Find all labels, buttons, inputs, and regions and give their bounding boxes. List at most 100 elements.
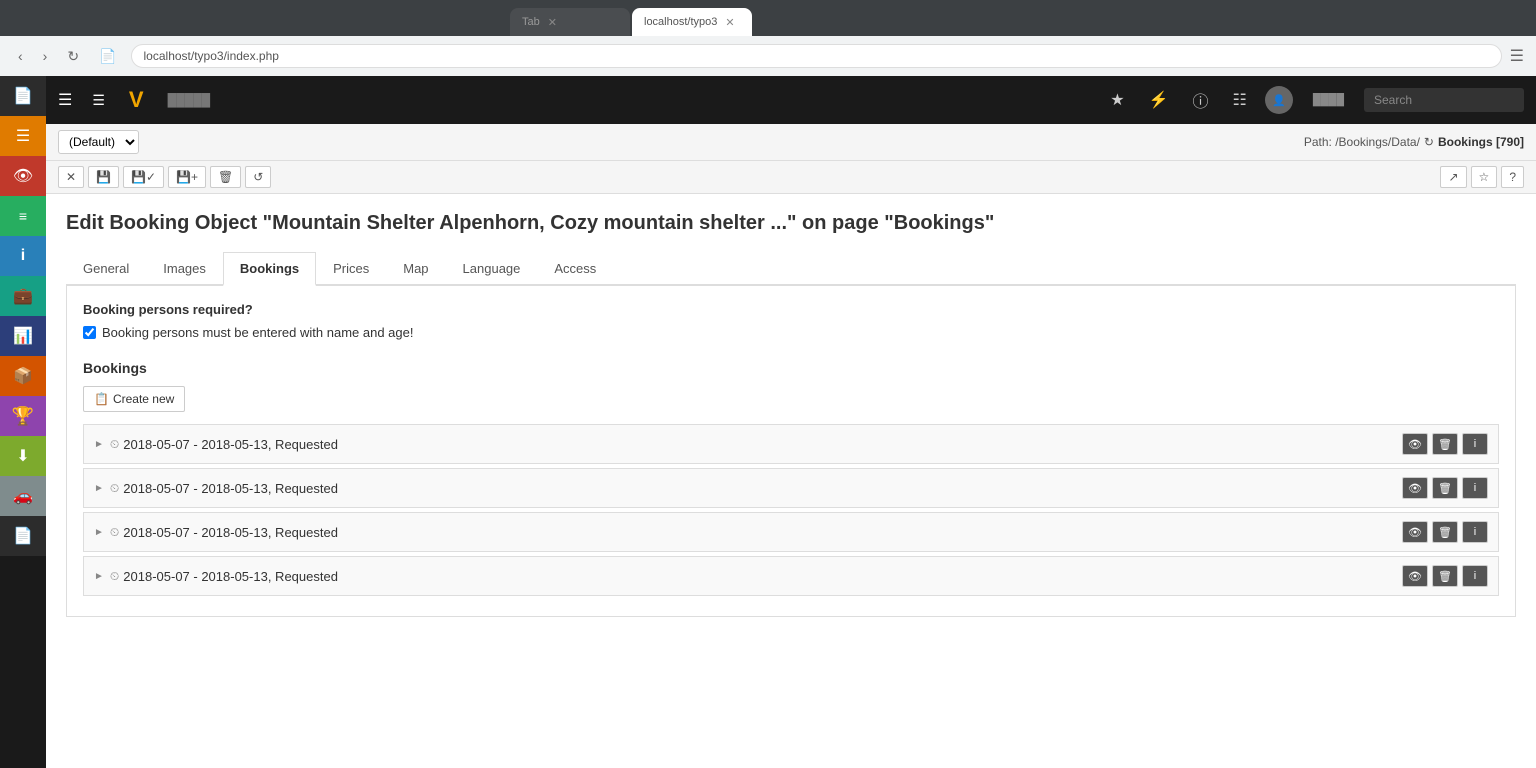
tab-label: Tab — [522, 16, 540, 28]
sidebar-item-install[interactable]: ⬇ — [0, 436, 46, 476]
sidebar-item-list[interactable]: ☰ — [0, 116, 46, 156]
booking-date: 2018-05-07 - 2018-05-13, Requested — [123, 437, 1402, 452]
flash-icon[interactable]: ⚡ — [1149, 90, 1169, 110]
sidebar-item-view[interactable]: 👁 — [0, 156, 46, 196]
tab-label-active: localhost/typo3 — [644, 16, 717, 28]
tab-general[interactable]: General — [66, 252, 146, 286]
info-button[interactable]: i — [1462, 565, 1488, 587]
breadcrumb-bar: (Default) Path: /Bookings/Data/ ↻ Bookin… — [46, 124, 1536, 161]
booking-persons-checkbox-label: Booking persons must be entered with nam… — [102, 325, 413, 340]
table-row[interactable]: ► ⏲ 2018-05-07 - 2018-05-13, Requested 👁… — [83, 512, 1499, 552]
eye-button[interactable]: 👁 — [1402, 565, 1428, 587]
page-content: Edit Booking Object "Mountain Shelter Al… — [46, 194, 1536, 768]
reload-button[interactable]: ↻ — [61, 44, 85, 69]
sidebar: 📄 ☰ 👁 ≡ i 💼 📊 📦 🏆 ⬇ 🚗 📄 — [0, 76, 46, 768]
page-title: Edit Booking Object "Mountain Shelter Al… — [66, 210, 1516, 236]
eye-button[interactable]: 👁 — [1402, 433, 1428, 455]
grid-icon[interactable]: ☷ — [1232, 90, 1246, 110]
home-button[interactable]: 📄 — [93, 44, 122, 69]
tab-access[interactable]: Access — [537, 252, 613, 286]
tab-map[interactable]: Map — [386, 252, 445, 286]
booking-date: 2018-05-07 - 2018-05-13, Requested — [123, 525, 1402, 540]
default-select[interactable]: (Default) — [58, 130, 139, 154]
sidebar-item-info[interactable]: i — [0, 236, 46, 276]
save-new-button[interactable]: 💾+ — [168, 166, 206, 188]
hamburger-icon[interactable]: ☰ — [58, 90, 72, 110]
bookings-section: Bookings 📋 Create new ► ⏲ 2018-05-07 - 2… — [83, 360, 1499, 596]
brand-name: █████ — [168, 93, 211, 107]
eye-button[interactable]: 👁 — [1402, 477, 1428, 499]
booking-date: 2018-05-07 - 2018-05-13, Requested — [123, 481, 1402, 496]
browser-tab-2[interactable]: localhost/typo3 ✕ — [632, 8, 752, 36]
create-new-label: Create new — [113, 392, 174, 406]
tab-content-bookings: Booking persons required? Booking person… — [66, 286, 1516, 617]
sidebar-item-filelist[interactable]: 📄 — [0, 516, 46, 556]
list-icon[interactable]: ☰ — [92, 92, 105, 109]
booking-persons-checkbox[interactable] — [83, 326, 96, 339]
sidebar-item-workspaces[interactable]: 💼 — [0, 276, 46, 316]
path-label: Path: /Bookings/Data/ — [1304, 135, 1420, 149]
bookings-section-label: Bookings — [83, 360, 1499, 376]
tabs: General Images Bookings Prices Map Langu… — [66, 252, 1516, 286]
checkbox-row: Booking persons must be entered with nam… — [83, 325, 1499, 340]
undo-button[interactable]: ↺ — [245, 166, 271, 188]
address-bar[interactable] — [131, 44, 1502, 68]
expand-icon: ► — [94, 439, 104, 450]
tab-bookings[interactable]: Bookings — [223, 252, 316, 286]
save-button[interactable]: 💾 — [88, 166, 119, 188]
trash-button[interactable]: 🗑 — [1432, 565, 1458, 587]
trash-button[interactable]: 🗑 — [1432, 477, 1458, 499]
expand-icon: ► — [94, 571, 104, 582]
booking-actions: 👁 🗑 i — [1402, 433, 1488, 455]
avatar[interactable]: 👤 — [1265, 86, 1293, 114]
booking-actions: 👁 🗑 i — [1402, 477, 1488, 499]
tab-language[interactable]: Language — [446, 252, 538, 286]
booking-persons-section: Booking persons required? Booking person… — [83, 302, 1499, 340]
top-nav: ☰ ☰ V █████ ★ ⚡ ⓘ ☷ 👤 ████ — [46, 76, 1536, 124]
trash-button[interactable]: 🗑 — [1432, 433, 1458, 455]
sidebar-item-file[interactable]: 📄 — [0, 76, 46, 116]
sidebar-item-redirects[interactable]: 🚗 — [0, 476, 46, 516]
help-button[interactable]: ? — [1501, 166, 1524, 188]
sidebar-item-extensions[interactable]: 📦 — [0, 356, 46, 396]
back-button[interactable]: ‹ — [12, 44, 29, 68]
booking-actions: 👁 🗑 i — [1402, 521, 1488, 543]
create-icon: 📋 — [94, 392, 109, 406]
search-input[interactable] — [1364, 88, 1524, 112]
forward-button[interactable]: › — [37, 44, 54, 68]
star-icon[interactable]: ★ — [1110, 90, 1124, 110]
info-button[interactable]: i — [1462, 433, 1488, 455]
sidebar-item-reports[interactable]: 📊 — [0, 316, 46, 356]
table-row[interactable]: ► ⏲ 2018-05-07 - 2018-05-13, Requested 👁… — [83, 468, 1499, 508]
booking-actions: 👁 🗑 i — [1402, 565, 1488, 587]
save-close-button[interactable]: 💾✓ — [123, 166, 164, 188]
toolbar: ✕ 💾 💾✓ 💾+ 🗑 ↺ ↗ ☆ ? — [46, 161, 1536, 194]
booking-persons-label: Booking persons required? — [83, 302, 1499, 317]
help-icon[interactable]: ⓘ — [1192, 88, 1208, 112]
expand-icon: ► — [94, 483, 104, 494]
brand-logo: V — [129, 87, 144, 113]
eye-button[interactable]: 👁 — [1402, 521, 1428, 543]
clock-icon: ⏲ — [110, 569, 119, 584]
tab-prices[interactable]: Prices — [316, 252, 386, 286]
clock-icon: ⏲ — [110, 525, 119, 540]
sidebar-item-scheduler[interactable]: 🏆 — [0, 396, 46, 436]
open-new-button[interactable]: ↗ — [1440, 166, 1466, 188]
close-button[interactable]: ✕ — [58, 166, 84, 188]
table-row[interactable]: ► ⏲ 2018-05-07 - 2018-05-13, Requested 👁… — [83, 424, 1499, 464]
table-row[interactable]: ► ⏲ 2018-05-07 - 2018-05-13, Requested 👁… — [83, 556, 1499, 596]
delete-button[interactable]: 🗑 — [210, 166, 241, 188]
tab-close-2[interactable]: ✕ — [725, 16, 734, 29]
tab-close-1[interactable]: ✕ — [548, 16, 557, 29]
sidebar-item-content[interactable]: ≡ — [0, 196, 46, 236]
booking-date: 2018-05-07 - 2018-05-13, Requested — [123, 569, 1402, 584]
info-button[interactable]: i — [1462, 477, 1488, 499]
browser-menu-button[interactable]: ☰ — [1510, 46, 1524, 66]
reload-icon[interactable]: ↻ — [1424, 135, 1434, 149]
tab-images[interactable]: Images — [146, 252, 223, 286]
browser-tab-1[interactable]: Tab ✕ — [510, 8, 630, 36]
create-new-button[interactable]: 📋 Create new — [83, 386, 185, 412]
trash-button[interactable]: 🗑 — [1432, 521, 1458, 543]
bookmark-button[interactable]: ☆ — [1471, 166, 1498, 188]
info-button[interactable]: i — [1462, 521, 1488, 543]
